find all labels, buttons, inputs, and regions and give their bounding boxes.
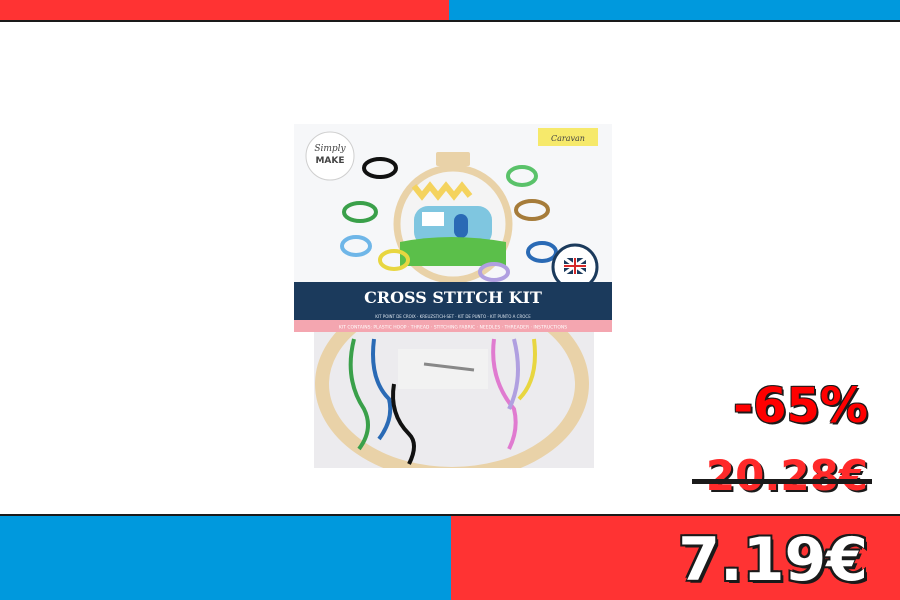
old-price-strikethrough: [692, 479, 872, 484]
svg-text:CROSS STITCH KIT: CROSS STITCH KIT: [364, 288, 542, 307]
svg-text:Caravan: Caravan: [551, 134, 585, 143]
discount-label: -65%: [733, 378, 868, 434]
top-left-red-bar: [0, 0, 449, 20]
needle-card: [398, 349, 488, 389]
top-right-blue-bar: [449, 0, 900, 20]
top-divider: [0, 20, 900, 22]
product-image: Simply MAKE Caravan CROSS STITCH KIT KIT…: [294, 124, 612, 468]
new-price: 7.19€: [678, 525, 868, 595]
svg-text:KIT CONTAINS: PLASTIC HOOP · T: KIT CONTAINS: PLASTIC HOOP · THREAD · ST…: [339, 325, 567, 331]
bottom-left-blue-bar: [0, 516, 451, 600]
old-price: 20.28€: [705, 451, 868, 500]
svg-text:MAKE: MAKE: [315, 156, 344, 166]
svg-text:KIT POINT DE CROIX · KREUZSTIC: KIT POINT DE CROIX · KREUZSTICH-SET · KI…: [375, 314, 531, 319]
svg-text:Simply: Simply: [314, 144, 346, 154]
